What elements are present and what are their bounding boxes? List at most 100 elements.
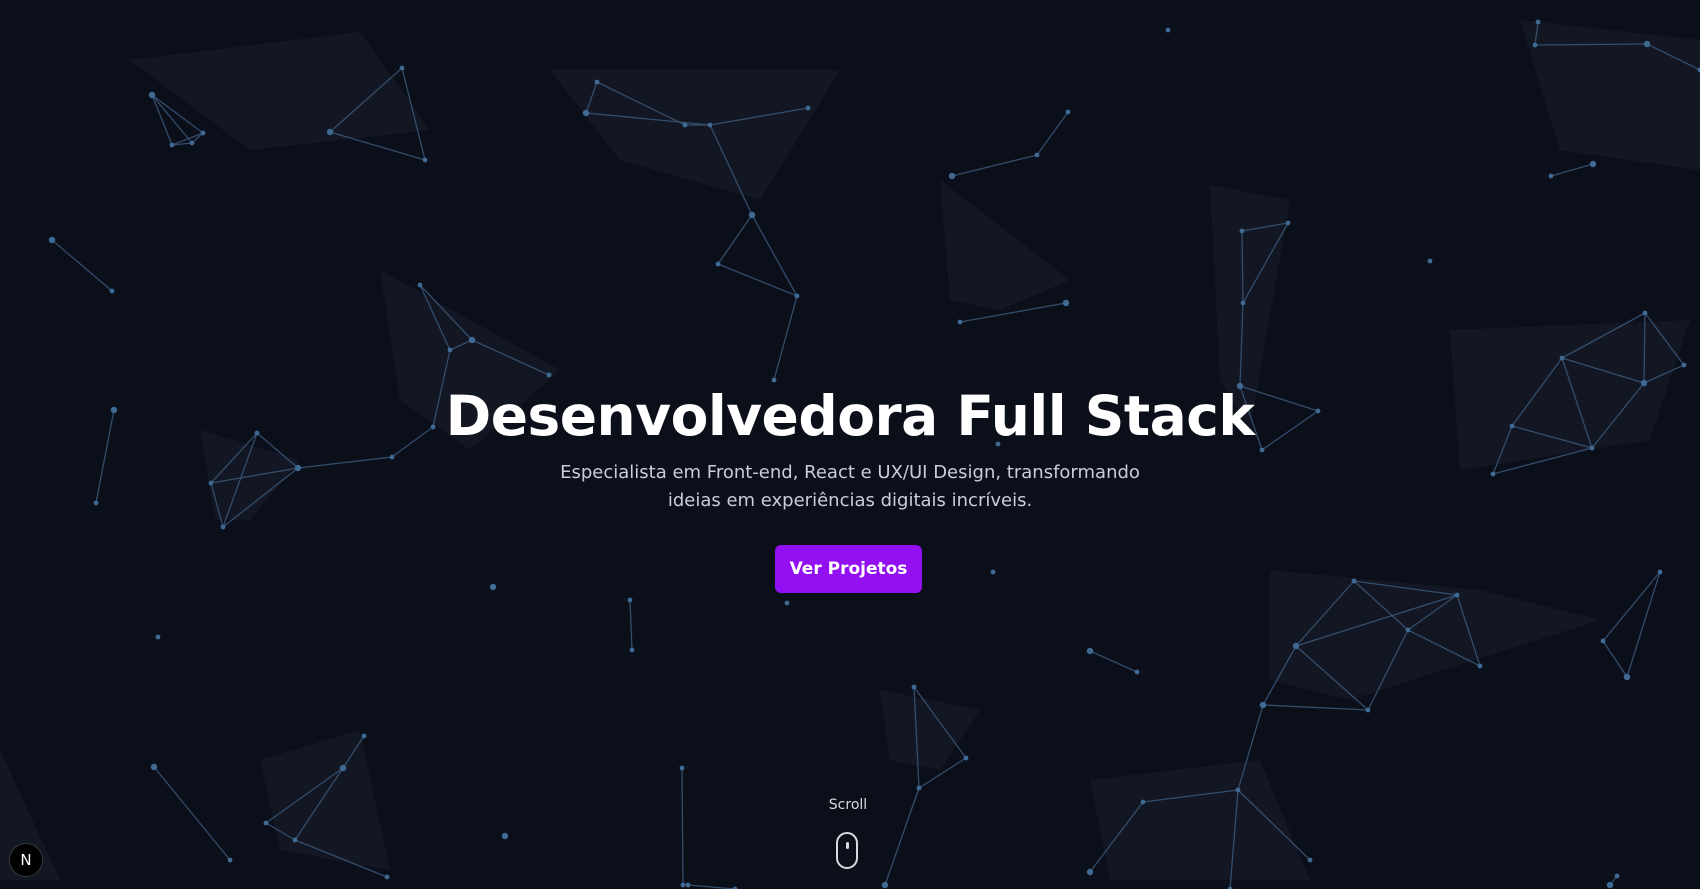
network-node-74 xyxy=(680,882,686,888)
network-node-23 xyxy=(1240,300,1246,306)
network-node-19 xyxy=(957,319,963,325)
network-edge-90 xyxy=(153,766,231,861)
network-node-11 xyxy=(805,105,811,111)
network-node-64 xyxy=(1259,701,1267,709)
network-node-52 xyxy=(294,464,302,472)
network-node-28 xyxy=(1643,40,1651,48)
network-node-70 xyxy=(963,755,969,761)
network-edge-91 xyxy=(687,884,736,889)
network-node-58 xyxy=(1351,578,1357,584)
network-node-12 xyxy=(748,211,756,219)
network-node-27 xyxy=(1532,42,1538,48)
network-node-14 xyxy=(794,293,800,299)
network-edge-19 xyxy=(951,154,1038,177)
network-edge-58 xyxy=(297,456,393,469)
network-node-76 xyxy=(1086,868,1094,876)
network-node-84 xyxy=(150,763,158,771)
network-node-67 xyxy=(1600,638,1606,644)
network-node-42 xyxy=(417,282,423,288)
network-node-59 xyxy=(1454,592,1460,598)
network-node-4 xyxy=(326,128,334,136)
network-node-32 xyxy=(1589,160,1597,168)
network-node-81 xyxy=(361,733,367,739)
hero-subtitle: Especialista em Front-end, React e UX/UI… xyxy=(560,462,1140,511)
network-shade-2 xyxy=(940,180,1070,310)
network-node-80 xyxy=(339,764,347,772)
network-node-43 xyxy=(447,347,453,353)
network-edge-75 xyxy=(1626,571,1661,678)
network-node-39 xyxy=(1490,471,1496,477)
network-node-63 xyxy=(1365,707,1371,713)
network-edge-17 xyxy=(751,214,798,297)
network-node-79 xyxy=(263,820,269,826)
network-node-82 xyxy=(292,837,298,843)
network-node-44 xyxy=(468,336,476,344)
network-node-41 xyxy=(109,288,115,294)
mouse-wheel xyxy=(846,842,849,849)
network-node-13 xyxy=(715,261,721,267)
network-node-72 xyxy=(881,881,889,889)
network-edge-73 xyxy=(1602,571,1661,642)
network-node-85 xyxy=(227,857,233,863)
network-node-73 xyxy=(679,765,685,771)
network-node-91 xyxy=(1427,258,1433,264)
network-shade-0 xyxy=(130,32,430,150)
network-shade-12 xyxy=(260,730,390,870)
network-edge-60 xyxy=(1089,650,1138,673)
network-shade-8 xyxy=(1270,570,1600,700)
network-edge-20 xyxy=(1036,111,1069,156)
mouse-icon[interactable] xyxy=(836,832,858,869)
network-node-57 xyxy=(1134,669,1140,675)
network-node-92 xyxy=(489,583,497,591)
network-node-34 xyxy=(1642,310,1648,316)
page-title: Desenvolvedora Full Stack xyxy=(445,384,1255,448)
network-edge-80 xyxy=(681,767,684,886)
network-node-55 xyxy=(629,647,635,653)
network-node-29 xyxy=(1535,19,1541,25)
hero-section: Desenvolvedora Full Stack Especialista e… xyxy=(0,0,1700,889)
network-node-60 xyxy=(1292,642,1300,650)
network-shade-1 xyxy=(550,70,840,200)
network-node-53 xyxy=(220,524,226,530)
network-node-71 xyxy=(916,785,922,791)
network-node-8 xyxy=(582,109,590,117)
network-node-49 xyxy=(93,500,99,506)
network-node-93 xyxy=(990,569,996,575)
view-projects-button[interactable]: Ver Projetos xyxy=(775,545,922,593)
network-node-1 xyxy=(169,142,175,148)
network-node-77 xyxy=(1307,857,1313,863)
network-node-90 xyxy=(1165,27,1171,33)
network-edge-44 xyxy=(51,239,113,292)
network-node-94 xyxy=(784,600,790,606)
network-node-75 xyxy=(1140,799,1146,805)
network-node-22 xyxy=(1285,220,1291,226)
network-node-21 xyxy=(1239,228,1245,234)
network-node-56 xyxy=(1086,647,1094,655)
network-node-3 xyxy=(200,130,206,136)
network-node-7 xyxy=(594,79,600,85)
network-edge-18 xyxy=(773,295,798,381)
nextjs-badge[interactable]: N xyxy=(9,843,43,877)
network-node-96 xyxy=(501,832,509,840)
network-edge-16 xyxy=(717,263,798,297)
network-edge-74 xyxy=(1602,640,1628,678)
network-shade-10 xyxy=(1090,760,1310,880)
network-node-31 xyxy=(1548,173,1554,179)
network-node-88 xyxy=(1606,881,1614,889)
network-node-45 xyxy=(546,372,552,378)
network-node-68 xyxy=(1623,673,1631,681)
network-node-61 xyxy=(1405,627,1411,633)
scroll-label: Scroll xyxy=(828,797,868,813)
network-edge-8 xyxy=(329,131,426,161)
network-node-89 xyxy=(1614,873,1620,879)
network-node-18 xyxy=(1065,109,1071,115)
network-node-5 xyxy=(399,65,405,71)
network-node-54 xyxy=(627,597,633,603)
network-node-86 xyxy=(685,882,691,888)
network-shade-4 xyxy=(1520,20,1700,170)
network-node-17 xyxy=(1034,152,1040,158)
network-node-2 xyxy=(189,140,195,146)
network-node-35 xyxy=(1681,362,1687,368)
network-node-62 xyxy=(1477,663,1483,669)
network-node-20 xyxy=(1062,299,1070,307)
